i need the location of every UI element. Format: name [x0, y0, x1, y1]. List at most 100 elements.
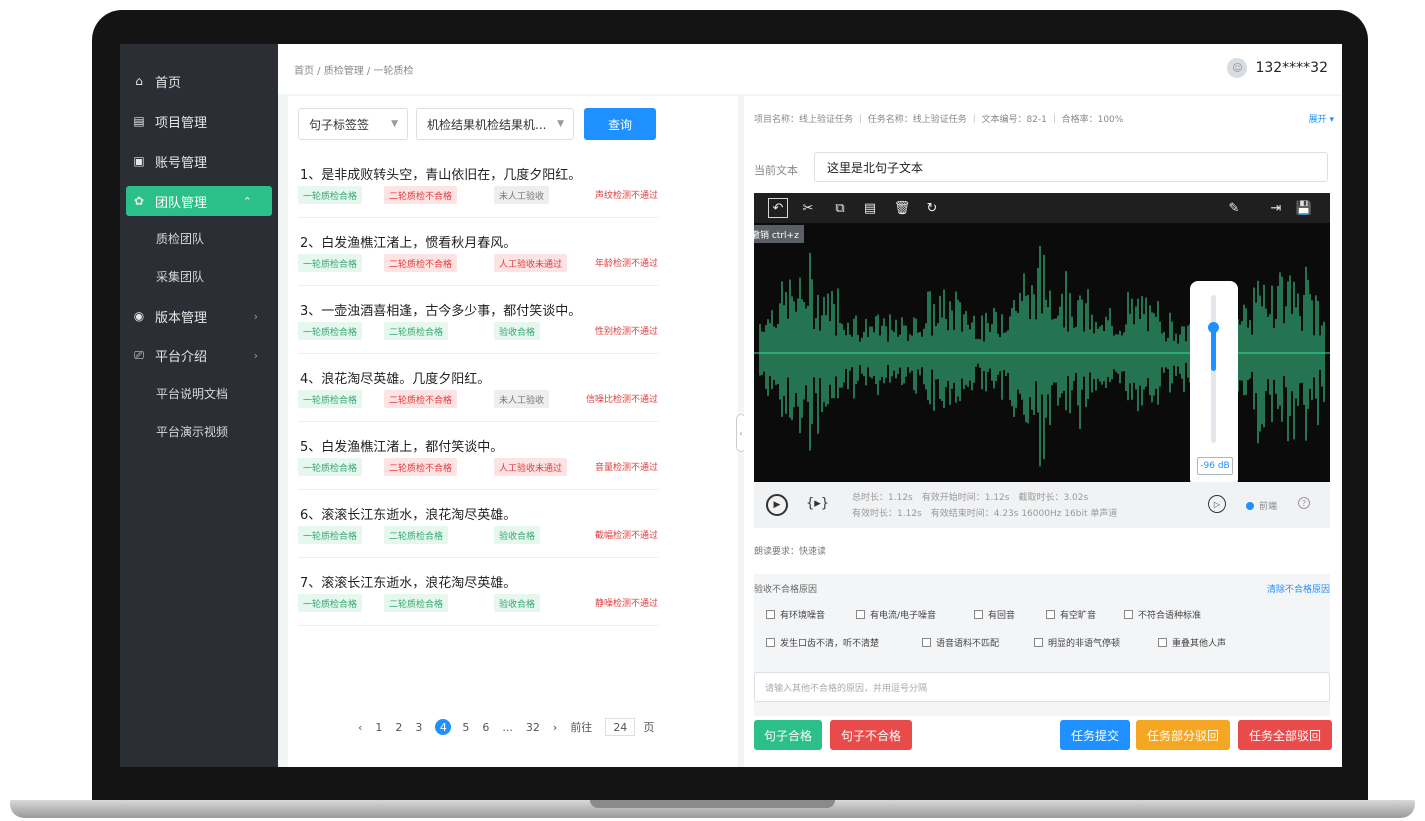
platform-icon: ⎚: [134, 347, 144, 362]
sidebar-item-label: 版本管理: [155, 310, 208, 326]
status-tag: 验收合格: [494, 322, 541, 340]
status-tag: 二轮质检不合格: [384, 186, 458, 204]
page-current[interactable]: 4: [435, 719, 452, 735]
expand-button[interactable]: 展开 ▾: [1309, 112, 1334, 125]
reason-checkbox[interactable]: 有环境噪音: [766, 608, 825, 621]
sidebar-item-label: 平台介绍: [155, 349, 208, 365]
select-value: 句子标签签: [309, 117, 370, 132]
page-32[interactable]: 32: [526, 721, 540, 734]
page-5[interactable]: 5: [462, 721, 469, 734]
waveform-editor[interactable]: ↶ ✂ ⧉ ▤ 🗑 ↻ ✎ ⇥ 💾 撤销 ctrl+z -96 dB: [754, 193, 1330, 482]
list-item[interactable]: 5、白发渔樵江渚上，都付笑谈中。 一轮质检合格 二轮质检不合格 人工验收未通过 音量检测…: [298, 422, 658, 490]
sidebar-item-versions[interactable]: ◉ 版本管理 ›: [120, 301, 278, 331]
volume-slider[interactable]: -96 dB: [1190, 281, 1238, 482]
status-tag: 一轮质检合格: [298, 594, 363, 612]
select-range-icon[interactable]: {▸}: [806, 496, 829, 511]
help-icon[interactable]: ?: [1298, 497, 1310, 509]
tag-filter-select[interactable]: 句子标签签 ▼: [298, 108, 408, 140]
sidebar-item-platform[interactable]: ⎚ 平台介绍 ›: [120, 340, 278, 370]
next-page-icon[interactable]: ›: [553, 721, 557, 734]
sidebar: ⌂ 首页 ▤ 项目管理 ▣ 账号管理 ✿ 团队管理 ⌃ 质检团队 采集团队 ◉ …: [120, 44, 278, 767]
checkbox: [922, 638, 931, 647]
machine-result-select[interactable]: 机检结果机检结果机... ▼: [416, 108, 574, 140]
reject-reasons: 验收不合格原因 清除不合格原因 有环境噪音 有电流/电子噪音 有回音 有空旷音 …: [754, 574, 1330, 716]
reason-checkbox[interactable]: 明显的非语气停顿: [1034, 636, 1120, 649]
sidebar-item-label: 平台说明文档: [156, 386, 229, 401]
sidebar-subitem-docs[interactable]: 平台说明文档: [120, 380, 278, 406]
sentence-fail-button[interactable]: 句子不合格: [830, 720, 912, 750]
checkbox: [766, 610, 775, 619]
radio-label: 前端: [1259, 502, 1278, 512]
prev-page-icon[interactable]: ‹: [358, 721, 362, 734]
sidebar-subitem-videos[interactable]: 平台演示视频: [120, 418, 278, 444]
checkbox-label: 语音语料不匹配: [936, 639, 1000, 649]
clear-reasons-button[interactable]: 清除不合格原因: [1267, 582, 1330, 595]
reason-checkbox[interactable]: 重叠其他人声: [1158, 636, 1226, 649]
sidebar-item-home[interactable]: ⌂ 首页: [120, 66, 278, 96]
query-button[interactable]: 查询: [584, 108, 656, 140]
task-reject-all-button[interactable]: 任务全部驳回: [1238, 720, 1332, 750]
list-item[interactable]: 1、是非成败转头空，青山依旧在，几度夕阳红。 一轮质检合格 二轮质检不合格 未人工验收…: [298, 150, 658, 218]
reason-checkbox[interactable]: 发生口齿不清，听不清楚: [766, 636, 879, 649]
sentence-text: 5、白发渔樵江渚上，都付笑谈中。: [300, 440, 504, 455]
current-text-field[interactable]: 这里是北句子文本: [814, 152, 1328, 182]
sidebar-subitem-collect-team[interactable]: 采集团队: [120, 263, 278, 289]
checkbox-label: 有回音: [988, 611, 1016, 621]
reason-checkbox[interactable]: 语音语料不匹配: [922, 636, 999, 649]
sentence-text: 1、是非成败转头空，青山依旧在，几度夕阳红。: [300, 168, 582, 183]
other-reason-input[interactable]: 请输入其他不合格的原因，并用逗号分隔: [754, 672, 1330, 702]
page-ellipsis[interactable]: ...: [502, 721, 513, 734]
frontend-radio[interactable]: 前端: [1246, 499, 1277, 512]
check-result: 信噪比检测不通过: [585, 395, 658, 405]
chevron-right-icon: ›: [253, 348, 258, 362]
avatar: ☺: [1227, 58, 1248, 78]
sentence-pass-button[interactable]: 句子合格: [754, 720, 822, 750]
list-item[interactable]: 2、白发渔樵江渚上，惯看秋月春风。 一轮质检合格 二轮质检不合格 人工验收未通过 年龄检…: [298, 218, 658, 286]
list-item[interactable]: 7、滚滚长江东逝水，浪花淘尽英雄。 一轮质检合格 二轮质检合格 验收合格 静噪检测不通过: [298, 558, 658, 626]
user-menu[interactable]: ☺ 132****32: [1227, 58, 1328, 78]
volume-knob[interactable]: [1208, 322, 1219, 333]
status-tag: 一轮质检合格: [298, 186, 363, 204]
checkbox-label: 有电流/电子噪音: [870, 611, 937, 621]
task-submit-button[interactable]: 任务提交: [1060, 720, 1130, 750]
pagination: ‹ 1 2 3 4 5 6 ... 32 › 前往 24 页: [358, 718, 667, 736]
speed-icon[interactable]: ▷: [1208, 495, 1226, 513]
checkbox-label: 明显的非语气停顿: [1048, 639, 1121, 649]
list-item[interactable]: 4、浪花淘尽英雄。几度夕阳红。 一轮质检合格 二轮质检不合格 未人工验收 信噪比检测不通…: [298, 354, 658, 422]
expand-label: 展开: [1308, 115, 1327, 125]
checkbox: [766, 638, 775, 647]
project-info: 项目名称：线上验证任务 ｜ 任务名称：线上验证任务 ｜ 文本编号：82-1 ｜ …: [754, 115, 1124, 125]
reason-checkbox[interactable]: 有回音: [974, 608, 1015, 621]
list-item[interactable]: 6、滚滚长江东逝水，浪花淘尽英雄。 一轮质检合格 二轮质检合格 验收合格 截幅检测不通过: [298, 490, 658, 558]
team-icon: ✿: [133, 194, 145, 208]
status-tag: 人工验收未通过: [494, 458, 568, 476]
checkbox: [1046, 610, 1055, 619]
check-result: 音量检测不通过: [594, 463, 658, 473]
reason-checkbox[interactable]: 有电流/电子噪音: [856, 608, 936, 621]
checkbox-label: 有空旷音: [1060, 611, 1097, 621]
reason-checkbox[interactable]: 有空旷音: [1046, 608, 1096, 621]
task-partial-reject-button[interactable]: 任务部分驳回: [1136, 720, 1230, 750]
status-tag: 验收合格: [494, 594, 541, 612]
sidebar-item-label: 账号管理: [155, 155, 208, 171]
playback-controls: ▶ {▸} 总时长：1.12s 有效开始时间：1.12s 截取时长：3.02s …: [754, 482, 1330, 528]
check-result: 截幅检测不通过: [594, 531, 658, 541]
goto-input[interactable]: 24: [605, 718, 636, 736]
page-6[interactable]: 6: [482, 721, 489, 734]
page-2[interactable]: 2: [395, 721, 402, 734]
chevron-right-icon: ›: [253, 309, 258, 323]
sidebar-item-teams[interactable]: ✿ 团队管理 ⌃: [126, 186, 272, 216]
radio-dot: [1246, 501, 1254, 510]
page-1[interactable]: 1: [375, 721, 382, 734]
list-item[interactable]: 3、一壶浊酒喜相逢，古今多少事，都付笑谈中。 一轮质检合格 二轮质检合格 验收合格 性别…: [298, 286, 658, 354]
sidebar-subitem-qa-team[interactable]: 质检团队: [120, 225, 278, 251]
play-icon[interactable]: ▶: [766, 494, 788, 516]
reason-checkbox[interactable]: 不符合语种标准: [1124, 608, 1201, 621]
sidebar-item-accounts[interactable]: ▣ 账号管理: [120, 146, 278, 176]
sentence-text: 4、浪花淘尽英雄。几度夕阳红。: [300, 372, 491, 387]
sentence-text: 2、白发渔樵江渚上，惯看秋月春风。: [300, 236, 517, 251]
version-icon: ◉: [133, 309, 145, 323]
checkbox: [1124, 610, 1133, 619]
sidebar-item-projects[interactable]: ▤ 项目管理: [120, 106, 278, 136]
page-3[interactable]: 3: [415, 721, 422, 734]
